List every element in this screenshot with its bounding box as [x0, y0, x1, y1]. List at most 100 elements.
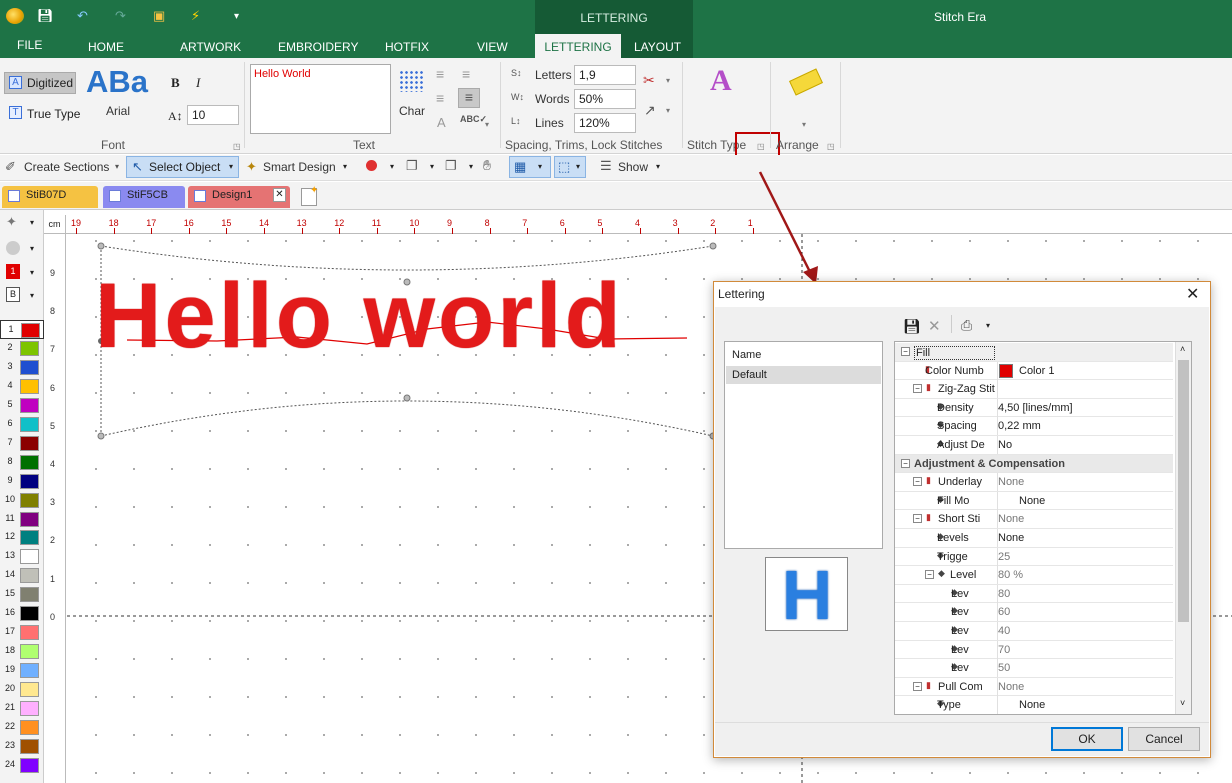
- print-preview-dropdown-icon[interactable]: ▾: [469, 162, 473, 171]
- tab-lettering[interactable]: LETTERING: [535, 34, 621, 58]
- font-dialog-launcher-icon[interactable]: ◳: [233, 142, 241, 151]
- property-value[interactable]: None: [1019, 699, 1045, 711]
- char-button-label[interactable]: Char: [399, 104, 425, 118]
- palette-color-22[interactable]: 22: [0, 718, 44, 737]
- scroll-down-icon[interactable]: ˅: [1180, 698, 1185, 708]
- align-right-icon[interactable]: ≡: [462, 66, 470, 82]
- tab-embroidery[interactable]: EMBROIDERY: [278, 40, 358, 54]
- property-value[interactable]: 80: [998, 588, 1010, 600]
- show-dropdown-icon[interactable]: ▾: [656, 162, 660, 171]
- page-zoom-dropdown-icon[interactable]: ▾: [430, 162, 434, 171]
- property-row[interactable]: − ◆ Level 80 %: [895, 566, 1173, 585]
- redo-icon[interactable]: ↷: [115, 8, 126, 24]
- doc-tab-design1[interactable]: Design1 ✕: [188, 186, 290, 208]
- property-row[interactable]: ◆ Adjust De No: [895, 436, 1173, 455]
- property-value[interactable]: 50: [998, 662, 1010, 674]
- collapse-toggle-icon[interactable]: −: [925, 570, 934, 580]
- property-row[interactable]: ◆ Lev 50: [895, 659, 1173, 678]
- collapse-toggle-icon[interactable]: −: [901, 458, 910, 468]
- palette-color-23[interactable]: 23: [0, 737, 44, 756]
- color-swatch[interactable]: [999, 363, 1013, 378]
- undo-icon[interactable]: ↶: [77, 8, 88, 24]
- palette-color-8[interactable]: 8: [0, 453, 44, 472]
- palette-color-4[interactable]: 4: [0, 377, 44, 396]
- property-value[interactable]: 4,50 [lines/mm]: [998, 402, 1073, 414]
- lettering-text-input[interactable]: Hello World: [250, 64, 391, 134]
- text-case-icon[interactable]: A: [437, 115, 446, 130]
- palette-color-3[interactable]: 3: [0, 358, 44, 377]
- style-list-item-default[interactable]: Default: [726, 366, 881, 384]
- property-row[interactable]: ◆ Lev 40: [895, 622, 1173, 641]
- envelope-handle[interactable]: [97, 242, 105, 250]
- envelope-handle[interactable]: [709, 242, 717, 250]
- text-more-icon[interactable]: ▾: [485, 120, 489, 129]
- property-row[interactable]: ◆ Fill Mo None: [895, 491, 1173, 511]
- color-wheel-icon[interactable]: [6, 241, 20, 255]
- select-object-button[interactable]: ↖ Select Object ▾: [126, 156, 239, 178]
- collapse-toggle-icon[interactable]: −: [913, 477, 922, 487]
- save-icon[interactable]: 💾︎: [37, 8, 54, 24]
- lettering-object[interactable]: Hello world: [95, 270, 624, 362]
- font-size-spinner[interactable]: 10: [187, 105, 239, 125]
- style-options-icon[interactable]: ⎙: [961, 317, 972, 334]
- bold-button[interactable]: B: [171, 75, 180, 91]
- property-row[interactable]: ◆ Levels None: [895, 529, 1173, 548]
- arrange-dropdown-icon[interactable]: ▾: [802, 120, 806, 129]
- trim-scissors-icon[interactable]: ✂︎: [643, 72, 655, 89]
- palette-color-2[interactable]: 2: [0, 339, 44, 358]
- current-color-badge[interactable]: 1: [6, 264, 20, 279]
- create-sections-dropdown-icon[interactable]: ▾: [115, 162, 119, 171]
- property-row[interactable]: − ▮ Zig-Zag Stit: [895, 380, 1173, 399]
- lock-stitch-icon[interactable]: ↗: [644, 102, 656, 119]
- record-icon[interactable]: [366, 160, 377, 171]
- property-value[interactable]: 60: [998, 606, 1010, 618]
- property-scrollbar[interactable]: ˄ ˅: [1175, 342, 1191, 714]
- palette-color-24[interactable]: 24: [0, 756, 44, 775]
- property-value[interactable]: Color 1: [1019, 365, 1054, 377]
- app-logo-icon[interactable]: [6, 8, 24, 24]
- lock-dropdown-icon[interactable]: ▾: [666, 106, 670, 115]
- tab-file[interactable]: FILE: [17, 38, 42, 52]
- arrange-dialog-launcher-icon[interactable]: ◳: [827, 142, 835, 151]
- palette-color-16[interactable]: 16: [0, 604, 44, 623]
- magic-wand-icon[interactable]: ✦: [6, 214, 17, 230]
- envelope-handle[interactable]: [97, 432, 105, 440]
- digitized-button[interactable]: A Digitized: [4, 72, 76, 94]
- palette-color-17[interactable]: 17: [0, 623, 44, 642]
- wand-dropdown-icon[interactable]: ▾: [30, 218, 34, 227]
- palette-color-1[interactable]: 1: [0, 320, 44, 339]
- tab-hotfix[interactable]: HOTFIX: [385, 40, 429, 54]
- palette-color-20[interactable]: 20: [0, 680, 44, 699]
- property-row[interactable]: ◆ Spacing 0,22 mm: [895, 417, 1173, 437]
- palette-color-5[interactable]: 5: [0, 396, 44, 415]
- palette-color-12[interactable]: 12: [0, 528, 44, 547]
- spellcheck-icon[interactable]: ABC✓: [460, 114, 487, 125]
- property-row[interactable]: ◆ Lev 60: [895, 603, 1173, 623]
- palette-color-19[interactable]: 19: [0, 661, 44, 680]
- lightning-icon[interactable]: ⚡︎: [191, 8, 200, 24]
- property-row[interactable]: − ▮ Underlay None: [895, 473, 1173, 492]
- palette-color-18[interactable]: 18: [0, 642, 44, 661]
- palette-color-9[interactable]: 9: [0, 472, 44, 491]
- tab-home[interactable]: HOME: [88, 40, 124, 54]
- property-value[interactable]: No: [998, 439, 1012, 451]
- show-button[interactable]: Show: [618, 160, 648, 174]
- property-value[interactable]: 40: [998, 625, 1010, 637]
- page-zoom-icon[interactable]: ❐: [406, 158, 418, 174]
- property-value[interactable]: 0,22 mm: [998, 420, 1041, 432]
- tab-layout[interactable]: LAYOUT: [634, 40, 681, 54]
- char-map-icon[interactable]: [399, 70, 425, 92]
- close-tab-icon[interactable]: ✕: [273, 188, 286, 202]
- property-row[interactable]: ◆ Trigge 25: [895, 547, 1173, 567]
- property-row[interactable]: ◆ Lev 80: [895, 584, 1173, 604]
- collapse-toggle-icon[interactable]: −: [913, 681, 922, 691]
- property-value[interactable]: 25: [998, 551, 1010, 563]
- new-tab-icon[interactable]: ✦: [301, 185, 318, 206]
- palette-color-13[interactable]: 13: [0, 547, 44, 566]
- italic-button[interactable]: I: [196, 75, 200, 91]
- delete-style-icon[interactable]: ✕: [928, 317, 941, 335]
- scroll-thumb[interactable]: [1178, 360, 1189, 622]
- property-value[interactable]: None: [998, 681, 1024, 693]
- property-row[interactable]: − ▮ Pull Com None: [895, 677, 1173, 697]
- smart-design-button[interactable]: Smart Design: [263, 160, 336, 174]
